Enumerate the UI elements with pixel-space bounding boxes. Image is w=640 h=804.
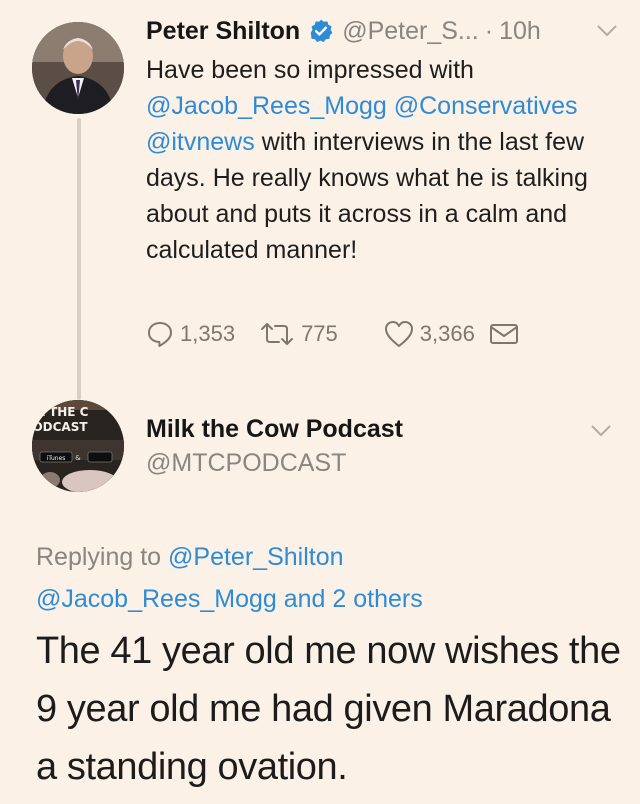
timestamp[interactable]: 10h xyxy=(499,14,541,48)
tweet-milk-the-cow-header: Milk the Cow Podcast @MTCPODCAST xyxy=(146,412,616,480)
reply-count: 1,353 xyxy=(180,321,236,346)
reply-mention-peter[interactable]: @Peter_Shilton xyxy=(168,543,343,571)
chevron-down-icon[interactable] xyxy=(590,424,612,438)
display-name[interactable]: Milk the Cow Podcast xyxy=(146,412,616,446)
verified-badge-icon xyxy=(310,19,333,43)
handle[interactable]: @Peter_S... xyxy=(342,14,479,48)
tweet-text: The 41 year old me now wishes the 9 year… xyxy=(36,630,621,788)
reply-prefix: Replying to xyxy=(36,543,162,571)
reply-mention-jacob[interactable]: @Jacob_Rees_Mogg xyxy=(36,585,277,613)
envelope-icon xyxy=(489,324,518,344)
tweet-text-segment xyxy=(387,92,394,120)
chevron-down-icon[interactable] xyxy=(596,24,618,38)
itunes-badge-text: iTunes xyxy=(47,455,66,462)
tweet-text-segment: Have been so impressed with xyxy=(146,56,474,84)
logo-text-top: K THE C xyxy=(36,405,89,419)
retweet-icon xyxy=(261,323,294,345)
reply-context: Replying to @Peter_Shilton @Jacob_Rees_M… xyxy=(36,536,626,620)
dot-separator: · xyxy=(484,17,494,45)
person-photo xyxy=(32,22,124,114)
mention-link[interactable]: @Conservatives xyxy=(394,92,578,120)
thread-connector-line xyxy=(77,118,81,400)
reply-action[interactable]: 1,353 xyxy=(146,320,235,348)
handle[interactable]: @MTCPODCAST xyxy=(146,446,616,480)
podcast-logo: & iTunes K THE C ODCAST xyxy=(32,400,124,492)
like-action[interactable]: 3,366 xyxy=(384,320,475,348)
like-count: 3,366 xyxy=(419,321,475,346)
logo-text-mid: ODCAST xyxy=(32,420,88,434)
dm-action[interactable] xyxy=(489,322,525,346)
retweet-action[interactable]: 775 xyxy=(259,321,338,347)
svg-text:&: & xyxy=(75,454,81,462)
retweet-count: 775 xyxy=(301,321,338,346)
reply-others-link[interactable]: and 2 others xyxy=(284,585,423,613)
display-name[interactable]: Peter Shilton xyxy=(146,14,300,48)
tweet-peter-shilton: Peter Shilton @Peter_S... · 10h Have bee… xyxy=(146,14,618,268)
reply-icon xyxy=(148,322,172,347)
tweet-header: Peter Shilton @Peter_S... · 10h xyxy=(146,14,616,48)
tweet-text: Have been so impressed with @Jacob_Rees_… xyxy=(146,52,606,268)
mention-link[interactable]: @Jacob_Rees_Mogg xyxy=(146,92,387,120)
mention-link[interactable]: @itvnews xyxy=(146,128,255,156)
avatar-peter-shilton[interactable] xyxy=(32,22,124,114)
heart-icon xyxy=(384,321,413,347)
tweet-action-bar: 1,353 775 3,366 xyxy=(146,320,525,348)
avatar-milk-the-cow[interactable]: & iTunes K THE C ODCAST xyxy=(32,400,124,492)
